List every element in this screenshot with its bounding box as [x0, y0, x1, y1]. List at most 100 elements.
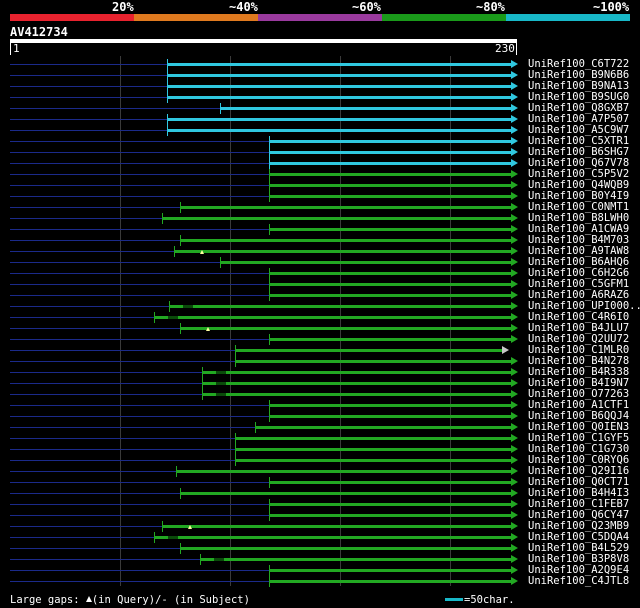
hit-leader-line — [10, 185, 269, 186]
hit-bar[interactable] — [268, 162, 512, 165]
hit-bar[interactable] — [268, 184, 512, 187]
hit-end-arrow-icon — [511, 60, 518, 68]
hit-leader-line — [10, 119, 167, 120]
gap-legend-prefix: Large gaps: — [10, 594, 86, 606]
hit-bar[interactable] — [268, 272, 512, 275]
hit-leader-line — [10, 427, 256, 428]
hit-end-arrow-icon — [511, 456, 518, 464]
hit-bar[interactable] — [268, 514, 512, 517]
hit-bar[interactable] — [162, 525, 512, 528]
hit-bar[interactable] — [202, 382, 512, 385]
hit-bar[interactable] — [268, 294, 512, 297]
hit-bar[interactable] — [166, 63, 512, 66]
hit-bar[interactable] — [235, 448, 512, 451]
hit-end-arrow-icon — [511, 500, 518, 508]
hit-leader-line — [10, 218, 163, 219]
hit-label[interactable]: UniRef100_C4JTL8 — [528, 575, 629, 587]
hit-bar[interactable] — [169, 305, 512, 308]
hit-leader-line — [10, 152, 269, 153]
hit-leader-line — [10, 273, 269, 274]
hit-leader-line — [10, 350, 236, 351]
hit-bar[interactable] — [235, 349, 504, 352]
hit-bar[interactable] — [268, 228, 512, 231]
hit-bar[interactable] — [180, 327, 512, 330]
hit-bar[interactable] — [268, 404, 512, 407]
hit-leader-line — [10, 141, 269, 142]
query-gap-icon — [188, 525, 193, 529]
hit-bar[interactable] — [219, 261, 512, 264]
hit-end-arrow-icon — [511, 434, 518, 442]
hit-end-arrow-icon — [511, 511, 518, 519]
hit-bar[interactable] — [166, 129, 512, 132]
hit-end-arrow-icon — [511, 269, 518, 277]
hit-bar[interactable] — [219, 107, 512, 110]
hit-bar[interactable] — [202, 393, 512, 396]
query-gap-icon — [199, 250, 204, 254]
hit-bar[interactable] — [202, 371, 512, 374]
hit-row[interactable]: UniRef100_C4JTL8 — [0, 575, 640, 587]
gap-legend-query: (in Query)/ — [91, 594, 162, 606]
hit-end-arrow-icon — [511, 555, 518, 563]
hit-bar[interactable] — [255, 426, 512, 429]
hit-leader-line — [10, 460, 236, 461]
hit-bar[interactable] — [166, 118, 512, 121]
hit-bar[interactable] — [162, 217, 512, 220]
hit-bar[interactable] — [268, 140, 512, 143]
hit-bar[interactable] — [268, 481, 512, 484]
hit-end-arrow-icon — [511, 467, 518, 475]
hit-bar[interactable] — [180, 239, 512, 242]
hit-bar[interactable] — [235, 360, 512, 363]
hit-bar[interactable] — [268, 283, 512, 286]
hit-end-arrow-icon — [511, 390, 518, 398]
hit-bar[interactable] — [200, 558, 512, 561]
hit-end-arrow-icon — [511, 291, 518, 299]
hit-leader-line — [10, 262, 220, 263]
hit-bar[interactable] — [268, 580, 512, 583]
hit-bar[interactable] — [180, 492, 512, 495]
hit-bar[interactable] — [173, 250, 512, 253]
hit-end-arrow-icon — [511, 148, 518, 156]
hit-bar[interactable] — [180, 547, 512, 550]
hit-end-arrow-icon — [511, 335, 518, 343]
hit-end-arrow-icon — [511, 137, 518, 145]
hit-leader-line — [10, 471, 176, 472]
hit-end-arrow-icon — [511, 159, 518, 167]
hit-bar[interactable] — [268, 569, 512, 572]
hit-leader-line — [10, 163, 269, 164]
hit-bar[interactable] — [153, 536, 512, 539]
hit-bar[interactable] — [166, 74, 512, 77]
hit-leader-line — [10, 526, 163, 527]
hit-end-arrow-icon — [511, 533, 518, 541]
hit-end-arrow-icon — [511, 313, 518, 321]
hit-end-arrow-icon — [511, 258, 518, 266]
hit-end-arrow-icon — [511, 192, 518, 200]
hit-bar[interactable] — [268, 195, 512, 198]
hit-bar[interactable] — [175, 470, 512, 473]
hit-bar[interactable] — [166, 85, 512, 88]
hit-leader-line — [10, 394, 203, 395]
hit-leader-line — [10, 251, 174, 252]
hit-bar[interactable] — [268, 503, 512, 506]
hit-leader-line — [10, 174, 269, 175]
hit-leader-line — [10, 130, 167, 131]
hit-leader-line — [10, 416, 269, 417]
hit-leader-line — [10, 504, 269, 505]
hit-bar[interactable] — [166, 96, 512, 99]
subject-gap-mark — [216, 393, 227, 396]
hit-bar[interactable] — [180, 206, 512, 209]
hit-bar[interactable] — [153, 316, 512, 319]
hit-bar[interactable] — [235, 437, 512, 440]
hit-leader-line — [10, 295, 269, 296]
hit-leader-line — [10, 196, 269, 197]
hit-bar[interactable] — [268, 151, 512, 154]
hit-end-arrow-icon — [511, 401, 518, 409]
hit-bar[interactable] — [235, 459, 512, 462]
hit-leader-line — [10, 108, 220, 109]
hit-end-arrow-icon — [511, 412, 518, 420]
hit-bar[interactable] — [268, 415, 512, 418]
hit-bar[interactable] — [268, 173, 512, 176]
hit-leader-line — [10, 581, 269, 582]
hit-leader-line — [10, 548, 181, 549]
hit-end-arrow-icon — [511, 489, 518, 497]
hit-bar[interactable] — [268, 338, 512, 341]
